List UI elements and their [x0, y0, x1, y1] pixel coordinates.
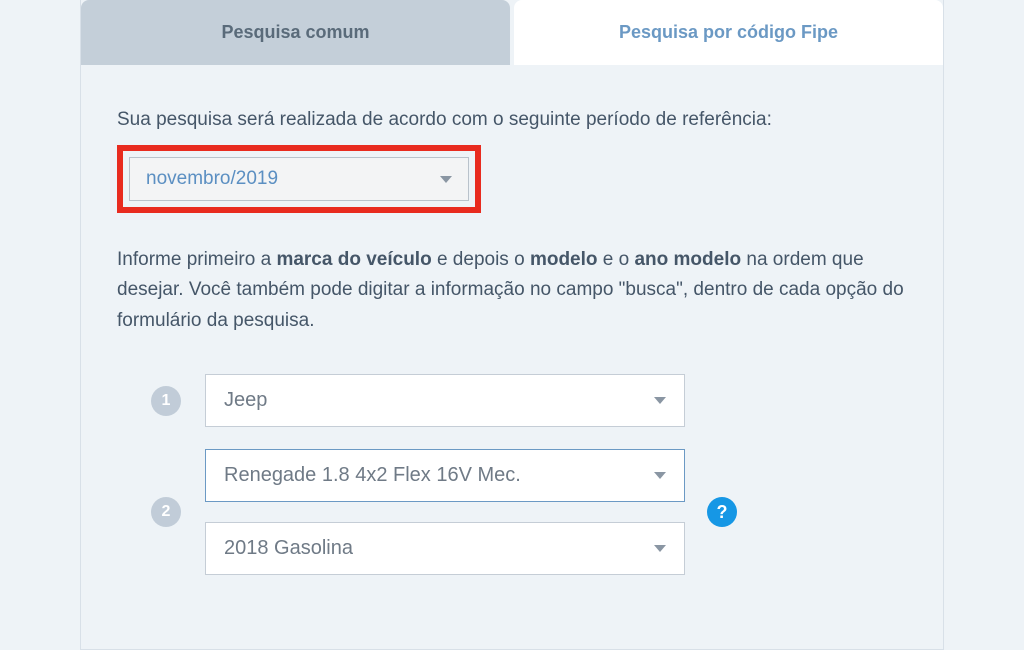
step-2-selects: Renegade 1.8 4x2 Flex 16V Mec. 2018 Gaso…	[205, 449, 685, 575]
instructions-text: Informe primeiro a marca do veículo e de…	[117, 245, 907, 336]
instructions-bold: marca do veículo	[276, 249, 431, 270]
tab-common-search[interactable]: Pesquisa comum	[81, 0, 510, 65]
tab-fipe-label: Pesquisa por código Fipe	[619, 22, 838, 42]
instructions-part: e depois o	[432, 249, 530, 270]
year-select-value: 2018 Gasolina	[224, 537, 353, 560]
step-1-badge: 1	[151, 386, 181, 416]
tabs: Pesquisa comum Pesquisa por código Fipe	[81, 0, 943, 65]
help-button[interactable]: ?	[707, 497, 737, 527]
instructions-part: Informe primeiro a	[117, 249, 276, 270]
step-2-badge: 2	[151, 497, 181, 527]
period-highlight-box: novembro/2019	[117, 145, 481, 213]
chevron-down-icon	[440, 176, 452, 183]
step-1-number: 1	[162, 392, 171, 410]
step-2-row: 2 Renegade 1.8 4x2 Flex 16V Mec. 2018 Ga…	[117, 449, 907, 575]
instructions-bold: ano modelo	[634, 249, 741, 270]
chevron-down-icon	[654, 397, 666, 404]
model-select[interactable]: Renegade 1.8 4x2 Flex 16V Mec.	[205, 449, 685, 502]
chevron-down-icon	[654, 472, 666, 479]
step-2-number: 2	[162, 503, 171, 521]
tab-common-label: Pesquisa comum	[221, 22, 369, 42]
help-icon: ?	[717, 502, 728, 523]
brand-select-value: Jeep	[224, 389, 267, 412]
form-body: Sua pesquisa será realizada de acordo co…	[81, 65, 943, 617]
brand-select[interactable]: Jeep	[205, 374, 685, 427]
instructions-part: e o	[598, 249, 635, 270]
step-1-row: 1 Jeep	[117, 374, 907, 427]
model-select-value: Renegade 1.8 4x2 Flex 16V Mec.	[224, 464, 521, 487]
year-select[interactable]: 2018 Gasolina	[205, 522, 685, 575]
instructions-bold: modelo	[530, 249, 598, 270]
chevron-down-icon	[654, 545, 666, 552]
tab-fipe-code-search[interactable]: Pesquisa por código Fipe	[514, 0, 943, 65]
period-select-value: novembro/2019	[146, 168, 278, 190]
period-label: Sua pesquisa será realizada de acordo co…	[117, 109, 907, 131]
period-select[interactable]: novembro/2019	[129, 157, 469, 201]
search-form-container: Pesquisa comum Pesquisa por código Fipe …	[80, 0, 944, 650]
